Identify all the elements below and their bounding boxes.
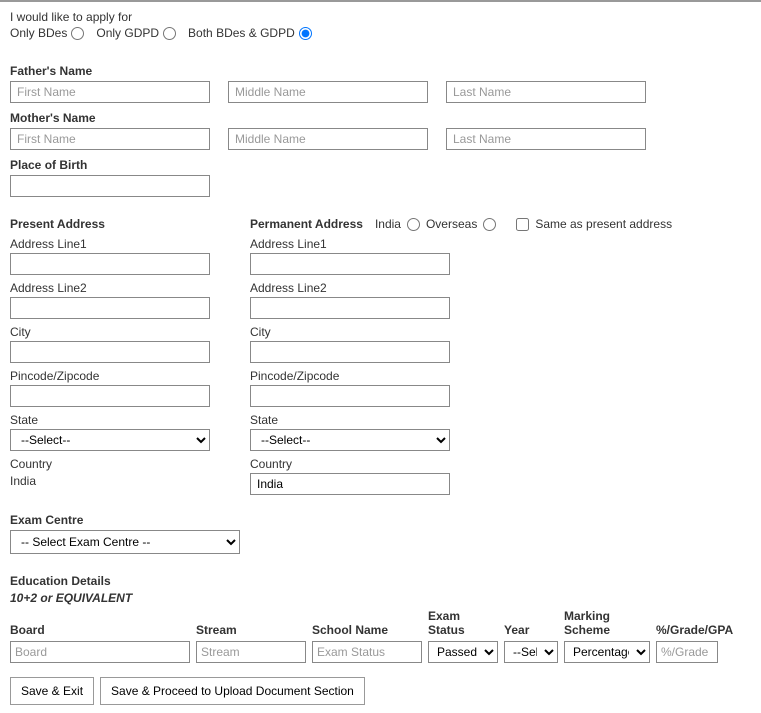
father-last-input[interactable] — [446, 81, 646, 103]
father-middle-input[interactable] — [228, 81, 428, 103]
apply-both-label: Both BDes & GDPD — [188, 26, 295, 40]
present-line2-label: Address Line2 — [10, 281, 210, 295]
perm-overseas-radio[interactable] — [483, 218, 496, 231]
perm-pin-input[interactable] — [250, 385, 450, 407]
edu-col-grade: %/Grade/GPA — [656, 623, 718, 637]
apply-gdpd-radio[interactable] — [163, 27, 176, 40]
action-button-row: Save & Exit Save & Proceed to Upload Doc… — [10, 677, 751, 705]
perm-india-radio[interactable] — [407, 218, 420, 231]
save-proceed-button[interactable]: Save & Proceed to Upload Document Sectio… — [100, 677, 365, 705]
edu-subheader: 10+2 or EQUIVALENT — [10, 591, 751, 605]
present-state-label: State — [10, 413, 210, 427]
apply-options: Only BDes Only GDPD Both BDes & GDPD — [10, 26, 751, 40]
present-city-input[interactable] — [10, 341, 210, 363]
perm-country-label: Country — [250, 457, 450, 471]
perm-line1-label: Address Line1 — [250, 237, 450, 251]
present-line1-label: Address Line1 — [10, 237, 210, 251]
father-first-input[interactable] — [10, 81, 210, 103]
same-address-checkbox[interactable] — [516, 218, 529, 231]
permanent-header-row: Permanent Address India Overseas Same as… — [250, 217, 672, 231]
perm-line2-input[interactable] — [250, 297, 450, 319]
present-line2-input[interactable] — [10, 297, 210, 319]
mother-first-input[interactable] — [10, 128, 210, 150]
edu-col-board: Board — [10, 623, 190, 637]
pob-input[interactable] — [10, 175, 210, 197]
same-address-label: Same as present address — [535, 217, 672, 231]
present-line1-input[interactable] — [10, 253, 210, 275]
edu-col-school: School Name — [312, 623, 422, 637]
father-name-section: Father's Name Mother's Name Place of Bir… — [10, 64, 751, 197]
apply-bdes-radio[interactable] — [71, 27, 84, 40]
present-country-label: Country — [10, 457, 210, 471]
edu-columns-row: Board Stream School Name Exam Status Yea… — [10, 609, 751, 637]
present-header: Present Address — [10, 217, 210, 231]
edu-header: Education Details — [10, 574, 751, 588]
address-section: Present Address Address Line1 Address Li… — [10, 217, 751, 495]
edu-mark-select[interactable]: Percentage — [564, 641, 650, 663]
perm-country-input[interactable] — [250, 473, 450, 495]
pob-label: Place of Birth — [10, 158, 751, 172]
perm-city-label: City — [250, 325, 450, 339]
permanent-header: Permanent Address — [250, 217, 363, 231]
permanent-address-col: Permanent Address India Overseas Same as… — [250, 217, 672, 495]
edu-exam-select[interactable]: Passed — [428, 641, 498, 663]
perm-india-label: India — [375, 217, 401, 231]
present-city-label: City — [10, 325, 210, 339]
edu-col-exam: Exam Status — [428, 609, 498, 637]
edu-col-mark: Marking Scheme — [564, 609, 650, 637]
mother-label: Mother's Name — [10, 111, 751, 125]
edu-input-row: Passed --Select Year-- Percentage — [10, 641, 751, 663]
mother-last-input[interactable] — [446, 128, 646, 150]
perm-pin-label: Pincode/Zipcode — [250, 369, 450, 383]
perm-state-label: State — [250, 413, 450, 427]
education-section: Education Details 10+2 or EQUIVALENT Boa… — [10, 574, 751, 663]
apply-prompt: I would like to apply for — [10, 10, 751, 24]
mother-middle-input[interactable] — [228, 128, 428, 150]
present-country-value: India — [10, 474, 210, 488]
edu-stream-input[interactable] — [196, 641, 306, 663]
apply-gdpd-label: Only GDPD — [96, 26, 159, 40]
exam-centre-label: Exam Centre — [10, 513, 751, 527]
father-label: Father's Name — [10, 64, 751, 78]
edu-col-stream: Stream — [196, 623, 306, 637]
edu-board-input[interactable] — [10, 641, 190, 663]
perm-overseas-label: Overseas — [426, 217, 477, 231]
present-pin-label: Pincode/Zipcode — [10, 369, 210, 383]
edu-year-select[interactable]: --Select Year-- — [504, 641, 558, 663]
perm-state-select[interactable]: --Select-- — [250, 429, 450, 451]
perm-line1-input[interactable] — [250, 253, 450, 275]
save-exit-button[interactable]: Save & Exit — [10, 677, 94, 705]
exam-centre-section: Exam Centre -- Select Exam Centre -- — [10, 513, 751, 554]
apply-bdes-label: Only BDes — [10, 26, 67, 40]
present-address-col: Present Address Address Line1 Address Li… — [10, 217, 210, 488]
apply-both-radio[interactable] — [299, 27, 312, 40]
edu-col-year: Year — [504, 623, 558, 637]
present-pin-input[interactable] — [10, 385, 210, 407]
perm-city-input[interactable] — [250, 341, 450, 363]
perm-line2-label: Address Line2 — [250, 281, 450, 295]
present-state-select[interactable]: --Select-- — [10, 429, 210, 451]
apply-for-section: I would like to apply for Only BDes Only… — [10, 10, 751, 40]
exam-centre-select[interactable]: -- Select Exam Centre -- — [10, 530, 240, 554]
edu-school-input[interactable] — [312, 641, 422, 663]
edu-grade-input[interactable] — [656, 641, 718, 663]
